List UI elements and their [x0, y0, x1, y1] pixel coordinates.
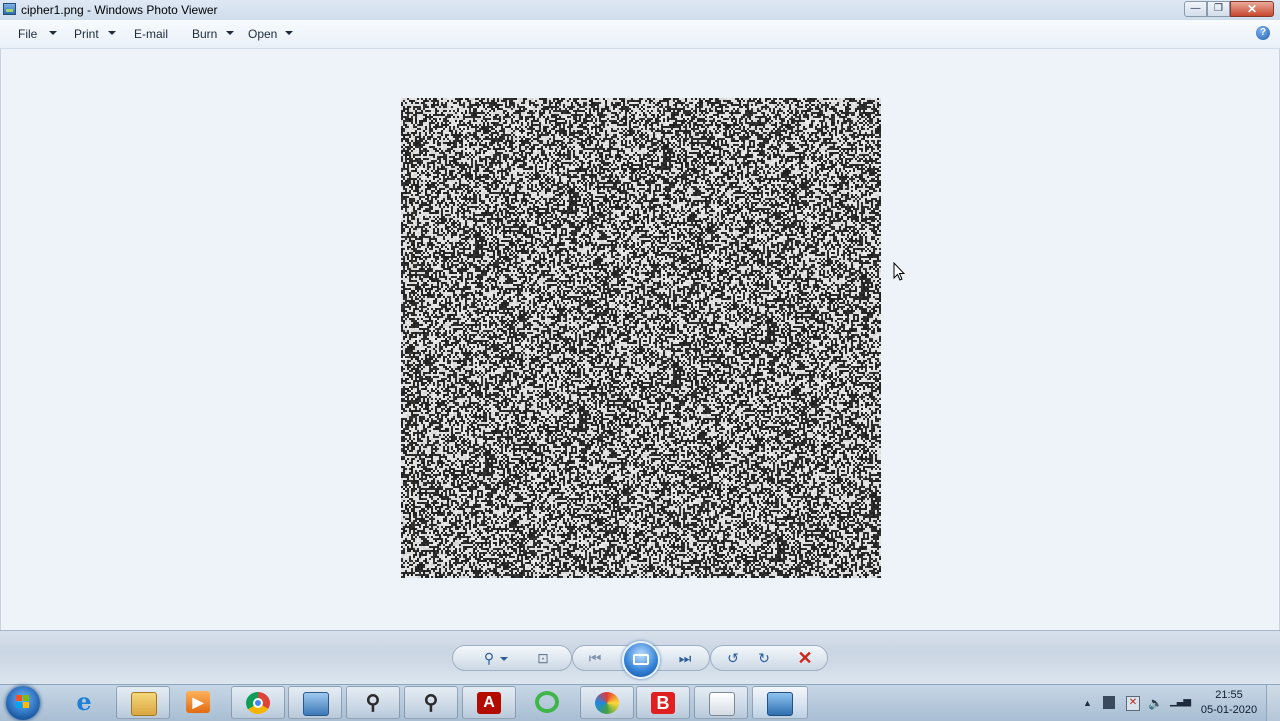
show-desktop-button[interactable] [1266, 685, 1280, 721]
green-refresh-icon[interactable] [521, 686, 575, 719]
folder-window-icon[interactable] [694, 686, 748, 719]
menu-open[interactable]: Open [248, 27, 277, 41]
network-signal-icon[interactable]: ▁▃▅ [1170, 696, 1191, 707]
menu-burn[interactable]: Burn [192, 27, 217, 41]
rotate-counterclockwise-icon[interactable]: ↺ [724, 650, 742, 666]
zoom-icon[interactable]: ⚲ [480, 650, 498, 666]
actual-size-icon[interactable]: ⊡ [534, 650, 552, 666]
action-center-icon[interactable]: ✕ [1126, 696, 1140, 711]
rotate-clockwise-icon[interactable]: ↻ [755, 650, 773, 666]
tray-overflow-icon[interactable]: ▲ [1083, 698, 1092, 708]
start-button[interactable] [6, 686, 40, 720]
control-panel-icon[interactable] [288, 686, 342, 719]
bold-b-icon[interactable]: B [636, 686, 690, 719]
next-icon[interactable]: ⏭ [676, 650, 694, 666]
close-button[interactable]: ✕ [1230, 1, 1274, 17]
system-clock[interactable]: 21:55 05-01-2020 [1196, 688, 1262, 718]
safely-remove-icon[interactable] [1103, 696, 1115, 709]
search-tool-icon[interactable]: ⚲ [346, 686, 400, 719]
file-explorer-icon[interactable] [116, 686, 170, 719]
search-tool-icon[interactable]: ⚲ [404, 686, 458, 719]
chrome-icon[interactable] [231, 686, 285, 719]
media-player-icon[interactable]: ▶ [172, 686, 226, 719]
menu-email[interactable]: E-mail [134, 27, 168, 41]
acrobat-icon[interactable]: A [462, 686, 516, 719]
slideshow-button[interactable] [622, 641, 660, 679]
menu-bar: File Print E-mail Burn Open [0, 20, 1280, 49]
clock-date: 05-01-2020 [1200, 704, 1258, 716]
clock-time: 21:55 [1215, 689, 1243, 701]
chevron-down-icon[interactable] [108, 31, 116, 35]
photo-viewer-icon[interactable] [752, 686, 808, 719]
mouse-cursor-icon [893, 262, 905, 281]
help-icon[interactable]: ? [1256, 26, 1270, 40]
chevron-down-icon[interactable] [49, 31, 57, 35]
chevron-down-icon[interactable] [226, 31, 234, 35]
taskbar: e ▶ ⚲ ⚲ A B ▲ ✕ 🔈 ▁▃▅ 21:55 05-01-2020 [0, 684, 1280, 721]
minimize-button[interactable]: — [1184, 1, 1207, 17]
zoom-group [452, 645, 572, 671]
delete-icon[interactable]: ✕ [796, 649, 814, 667]
window-title: cipher1.png - Windows Photo Viewer [21, 3, 218, 17]
internet-explorer-icon[interactable]: e [58, 686, 112, 719]
volume-icon[interactable]: 🔈 [1148, 696, 1163, 710]
maximize-button[interactable]: ❐ [1207, 1, 1230, 17]
chevron-down-icon[interactable] [285, 31, 293, 35]
viewer-control-bar: ⚲ ⊡ ⏮ ⏭ ↺ ↻ ✕ [0, 630, 1280, 685]
menu-print[interactable]: Print [74, 27, 99, 41]
photo-viewer-app-icon [3, 3, 16, 15]
menu-file[interactable]: File [18, 27, 37, 41]
noise-image [401, 98, 881, 578]
title-bar: cipher1.png - Windows Photo Viewer — ❐ ✕ [0, 0, 1280, 20]
colorful-app-icon[interactable] [580, 686, 634, 719]
windows-logo-icon [16, 695, 30, 709]
chevron-down-icon[interactable] [500, 657, 508, 661]
previous-icon[interactable]: ⏮ [586, 650, 604, 666]
